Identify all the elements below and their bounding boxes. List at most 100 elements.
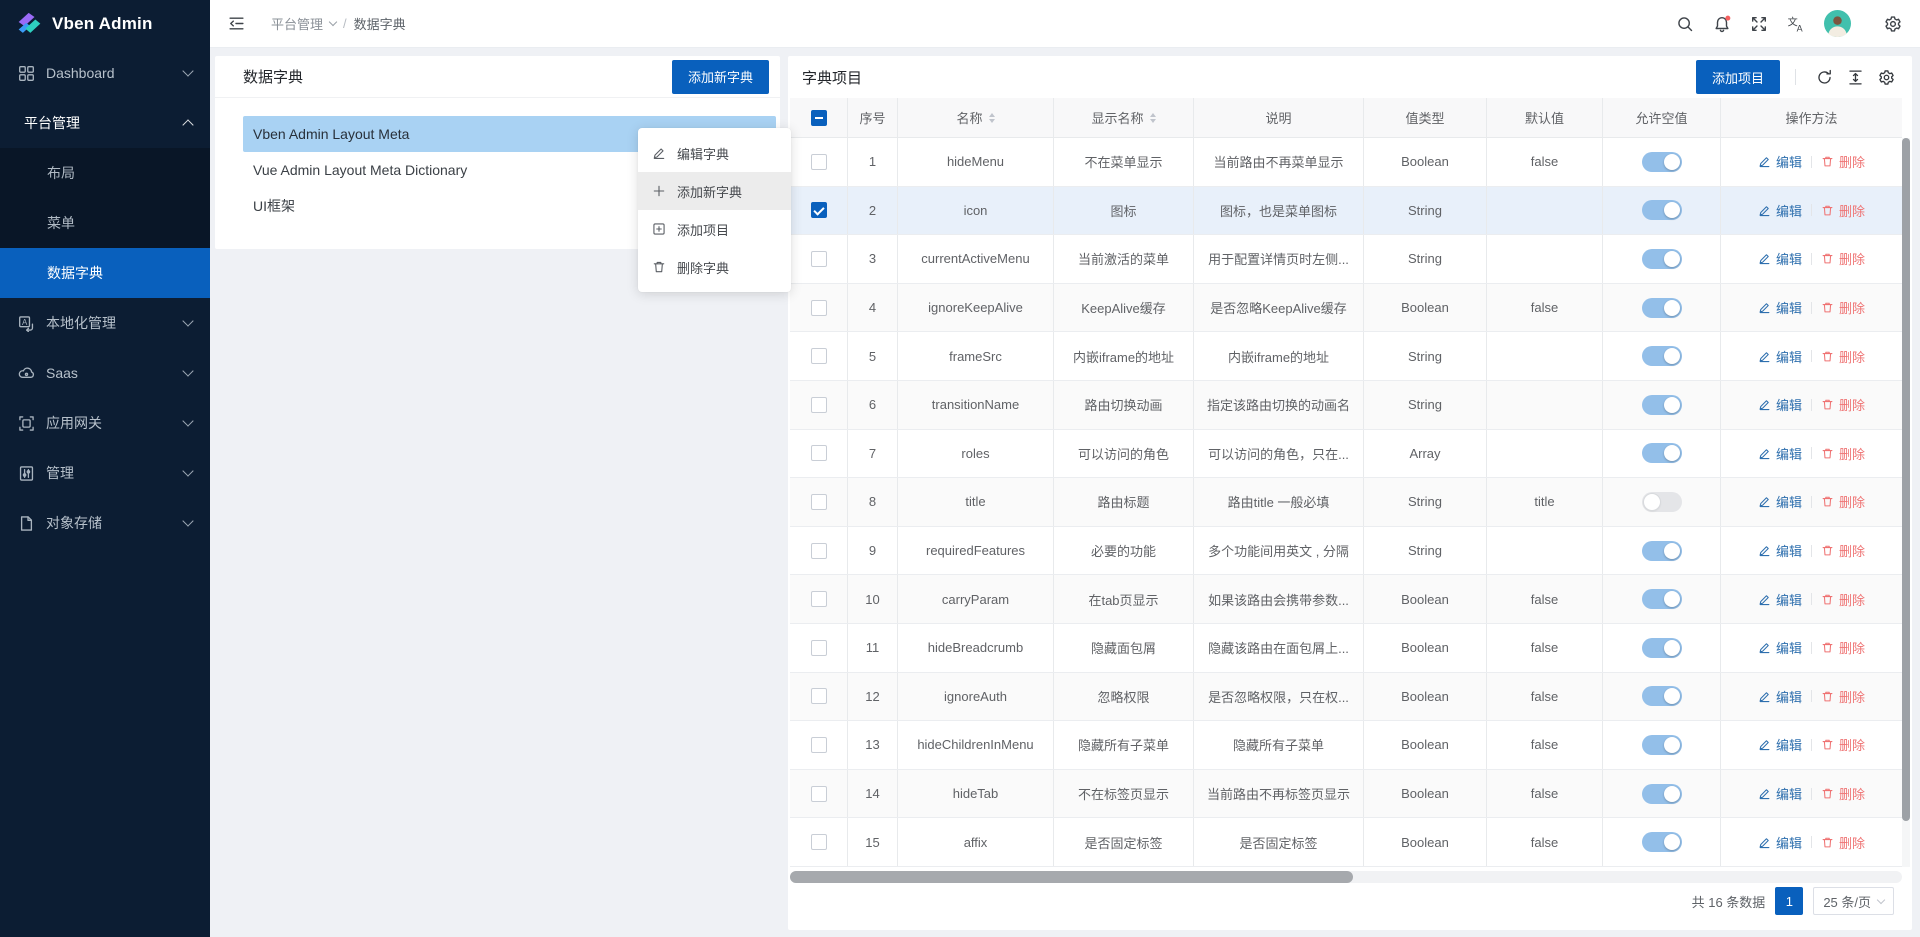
- allow-empty-toggle[interactable]: [1642, 686, 1682, 706]
- edit-button[interactable]: 编辑: [1758, 492, 1802, 511]
- delete-button[interactable]: 删除: [1821, 638, 1865, 657]
- allow-empty-toggle[interactable]: [1642, 152, 1682, 172]
- delete-button[interactable]: 删除: [1821, 444, 1865, 463]
- edit-button[interactable]: 编辑: [1758, 152, 1802, 171]
- allow-empty-toggle[interactable]: [1642, 298, 1682, 318]
- notification-icon[interactable]: [1713, 15, 1731, 33]
- delete-button[interactable]: 删除: [1821, 492, 1865, 511]
- allow-empty-toggle[interactable]: [1642, 541, 1682, 561]
- allow-empty-toggle[interactable]: [1642, 492, 1682, 512]
- sidebar-subitem[interactable]: 布局: [0, 148, 210, 198]
- row-checkbox[interactable]: [811, 154, 827, 170]
- allow-empty-toggle[interactable]: [1642, 589, 1682, 609]
- breadcrumb-item[interactable]: 平台管理: [271, 14, 323, 33]
- edit-button[interactable]: 编辑: [1758, 735, 1802, 754]
- delete-button[interactable]: 删除: [1821, 735, 1865, 754]
- allow-empty-toggle[interactable]: [1642, 735, 1682, 755]
- row-checkbox[interactable]: [811, 251, 827, 267]
- delete-button[interactable]: 删除: [1821, 249, 1865, 268]
- delete-button[interactable]: 删除: [1821, 784, 1865, 803]
- delete-button[interactable]: 删除: [1821, 347, 1865, 366]
- column-settings-icon[interactable]: [1878, 69, 1895, 86]
- delete-button[interactable]: 删除: [1821, 395, 1865, 414]
- sort-carets-icon[interactable]: [989, 113, 995, 123]
- row-checkbox[interactable]: [811, 397, 827, 413]
- page-size-select[interactable]: 25 条/页: [1813, 887, 1894, 915]
- allow-empty-toggle[interactable]: [1642, 200, 1682, 220]
- delete-button[interactable]: 删除: [1821, 833, 1865, 852]
- sidebar-item[interactable]: Dashboard: [0, 48, 210, 98]
- settings-icon[interactable]: [1884, 15, 1902, 33]
- add-item-button[interactable]: 添加项目: [1696, 60, 1780, 94]
- horizontal-scrollbar-thumb[interactable]: [790, 871, 1353, 883]
- delete-button[interactable]: 删除: [1821, 298, 1865, 317]
- allow-empty-toggle[interactable]: [1642, 395, 1682, 415]
- sidebar-item[interactable]: 平台管理: [0, 98, 210, 148]
- avatar[interactable]: [1824, 10, 1851, 37]
- context-menu-item[interactable]: 删除字典: [638, 248, 791, 286]
- allow-empty-toggle[interactable]: [1642, 832, 1682, 852]
- column-header-display[interactable]: 显示名称: [1054, 98, 1194, 137]
- row-checkbox[interactable]: [811, 543, 827, 559]
- allow-empty-toggle[interactable]: [1642, 249, 1682, 269]
- sidebar-subitem[interactable]: 数据字典: [0, 248, 210, 298]
- edit-button[interactable]: 编辑: [1758, 298, 1802, 317]
- edit-button[interactable]: 编辑: [1758, 444, 1802, 463]
- vertical-scrollbar-thumb[interactable]: [1902, 138, 1910, 821]
- row-checkbox[interactable]: [811, 591, 827, 607]
- allow-empty-toggle[interactable]: [1642, 784, 1682, 804]
- delete-button[interactable]: 删除: [1821, 201, 1865, 220]
- context-menu-item[interactable]: 编辑字典: [638, 134, 791, 172]
- collapse-sidebar-icon[interactable]: [228, 15, 245, 32]
- sidebar-item[interactable]: A 本地化管理: [0, 298, 210, 348]
- logo[interactable]: Vben Admin: [0, 0, 210, 48]
- fullscreen-icon[interactable]: [1750, 15, 1768, 33]
- edit-button[interactable]: 编辑: [1758, 395, 1802, 414]
- sort-carets-icon[interactable]: [1150, 113, 1156, 123]
- row-checkbox[interactable]: [811, 640, 827, 656]
- refresh-icon[interactable]: [1816, 69, 1833, 86]
- row-checkbox[interactable]: [811, 786, 827, 802]
- row-checkbox[interactable]: [811, 688, 827, 704]
- edit-button[interactable]: 编辑: [1758, 590, 1802, 609]
- column-header-name[interactable]: 名称: [898, 98, 1054, 137]
- translate-icon[interactable]: 文A: [1787, 15, 1805, 33]
- edit-button[interactable]: 编辑: [1758, 249, 1802, 268]
- row-checkbox[interactable]: [811, 445, 827, 461]
- edit-button[interactable]: 编辑: [1758, 201, 1802, 220]
- edit-button[interactable]: 编辑: [1758, 347, 1802, 366]
- edit-button[interactable]: 编辑: [1758, 541, 1802, 560]
- row-checkbox[interactable]: [811, 834, 827, 850]
- row-checkbox[interactable]: [811, 202, 827, 218]
- delete-button[interactable]: 删除: [1821, 590, 1865, 609]
- sidebar-item[interactable]: 应用网关: [0, 398, 210, 448]
- edit-button[interactable]: 编辑: [1758, 784, 1802, 803]
- row-checkbox[interactable]: [811, 348, 827, 364]
- sidebar-item[interactable]: 对象存储: [0, 498, 210, 548]
- row-height-icon[interactable]: [1847, 69, 1864, 86]
- pagination-page-1[interactable]: 1: [1775, 887, 1803, 915]
- edit-button[interactable]: 编辑: [1758, 833, 1802, 852]
- add-dictionary-button[interactable]: 添加新字典: [672, 60, 769, 94]
- row-checkbox[interactable]: [811, 737, 827, 753]
- row-checkbox[interactable]: [811, 300, 827, 316]
- context-menu-item[interactable]: 添加项目: [638, 210, 791, 248]
- delete-button[interactable]: 删除: [1821, 687, 1865, 706]
- sidebar-item[interactable]: Saas: [0, 348, 210, 398]
- row-checkbox[interactable]: [811, 494, 827, 510]
- chevron-down-icon: [1877, 895, 1885, 903]
- edit-button[interactable]: 编辑: [1758, 638, 1802, 657]
- delete-button[interactable]: 删除: [1821, 541, 1865, 560]
- cell-value-type: Boolean: [1364, 284, 1487, 332]
- allow-empty-toggle[interactable]: [1642, 346, 1682, 366]
- sidebar-subitem[interactable]: 菜单: [0, 198, 210, 248]
- search-icon[interactable]: [1676, 15, 1694, 33]
- table-row: 9 requiredFeatures 必要的功能 多个功能间用英文 , 分隔 S…: [790, 527, 1902, 576]
- select-all-checkbox[interactable]: [811, 110, 827, 126]
- delete-button[interactable]: 删除: [1821, 152, 1865, 171]
- context-menu-item[interactable]: 添加新字典: [638, 172, 791, 210]
- allow-empty-toggle[interactable]: [1642, 638, 1682, 658]
- sidebar-item[interactable]: 管理: [0, 448, 210, 498]
- edit-button[interactable]: 编辑: [1758, 687, 1802, 706]
- allow-empty-toggle[interactable]: [1642, 443, 1682, 463]
